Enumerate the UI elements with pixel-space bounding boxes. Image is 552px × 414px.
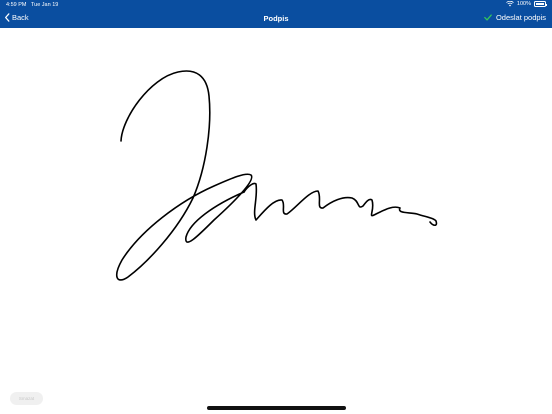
clear-signature-button[interactable]: Smazat (10, 392, 43, 405)
battery-percent: 100% (516, 1, 531, 7)
signature-stroke-loop (115, 70, 253, 281)
page-title: Podpis (263, 14, 289, 23)
signature-stroke-tail (243, 182, 438, 227)
send-signature-label: Odeslat podpis (495, 13, 546, 22)
home-indicator (207, 406, 346, 410)
send-signature-button[interactable]: Odeslat podpis (484, 13, 546, 22)
signature-drawing (115, 70, 438, 281)
signature-canvas[interactable] (0, 28, 552, 414)
status-indicators: 100% (506, 1, 547, 7)
status-date: Tue Jan 19 (31, 2, 59, 8)
checkmark-icon (484, 14, 492, 21)
navigation-bar: Back Podpis Odeslat podpis (0, 10, 552, 28)
back-button[interactable]: Back (4, 13, 29, 22)
back-chevron-icon (5, 13, 10, 22)
top-bar: 4:59 PM Tue Jan 19 100% Back Podpis Odes… (0, 0, 552, 28)
status-bar: 4:59 PM Tue Jan 19 100% (0, 0, 552, 10)
status-time: 4:59 PM (6, 2, 27, 8)
battery-icon (534, 1, 547, 7)
back-label: Back (12, 13, 29, 22)
wifi-icon (506, 1, 514, 7)
